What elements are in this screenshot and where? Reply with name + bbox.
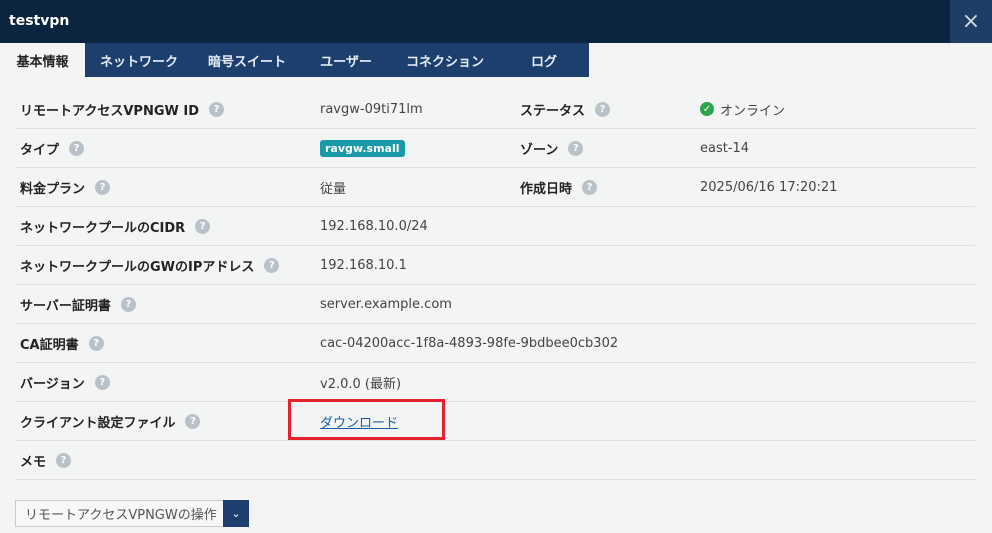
close-button[interactable]: × [950, 0, 992, 43]
table-row: ネットワークプールのCIDR ? 192.168.10.0/24 [15, 207, 975, 246]
type-value: ravgw.small [320, 129, 405, 167]
property-label: メモ ? [20, 441, 72, 479]
chevron-down-icon[interactable]: ⌄ [223, 500, 249, 527]
help-icon[interactable]: ? [582, 179, 598, 195]
label-text: リモートアクセスVPNGW ID [20, 103, 199, 119]
window-title: testvpn [9, 13, 70, 29]
help-icon[interactable]: ? [264, 257, 280, 273]
table-row: メモ ? [15, 441, 975, 480]
property-label: リモートアクセスVPNGW ID ? [20, 90, 224, 128]
help-icon[interactable]: ? [56, 452, 72, 468]
tab-logs[interactable]: ログ [499, 43, 589, 77]
label-text: ネットワークプールのGWのIPアドレス [20, 259, 255, 275]
vpngw-id-value: ravgw-09ti71lm [320, 101, 423, 117]
property-label: CA証明書 ? [20, 324, 104, 362]
label-text: 作成日時 [520, 181, 573, 197]
table-row: CA証明書 ? cac-04200acc-1f8a-4893-98fe-9bdb… [15, 324, 975, 363]
property-label: バージョン ? [20, 363, 110, 401]
help-icon[interactable]: ? [185, 413, 201, 429]
version-value: v2.0.0 (最新) [320, 376, 402, 392]
property-label: 料金プラン ? [20, 168, 111, 206]
property-label: クライアント設定ファイル ? [20, 402, 201, 440]
label-text: タイプ [20, 142, 60, 158]
type-badge: ravgw.small [320, 139, 405, 157]
tab-connections[interactable]: コネクション [391, 43, 499, 77]
label-text: クライアント設定ファイル [20, 415, 176, 431]
help-icon[interactable]: ? [595, 101, 611, 117]
network-pool-cidr-value: 192.168.10.0/24 [320, 218, 428, 234]
operations-label[interactable]: リモートアクセスVPNGWの操作 [15, 500, 223, 527]
table-row: リモートアクセスVPNGW ID ? ravgw-09ti71lm ステータス … [15, 90, 975, 129]
help-icon[interactable]: ? [208, 101, 224, 117]
label-text: ステータス [520, 103, 586, 119]
label-text: メモ [20, 454, 47, 470]
help-icon[interactable]: ? [94, 374, 110, 390]
tab-network[interactable]: ネットワーク [85, 43, 193, 77]
check-circle-icon: ✓ [700, 102, 714, 116]
property-label: サーバー証明書 ? [20, 285, 136, 323]
close-icon: × [961, 9, 981, 34]
tab-cipher-suite[interactable]: 暗号スイート [193, 43, 301, 77]
pricing-plan-value: 従量 [320, 181, 347, 197]
table-row: タイプ ? ravgw.small ゾーン ? east-14 [15, 129, 975, 168]
help-icon[interactable]: ? [88, 335, 104, 351]
help-icon[interactable]: ? [69, 140, 85, 156]
status-value: ✓ オンライン [700, 90, 785, 128]
tab-basic-info[interactable]: 基本情報 [0, 43, 85, 77]
property-label: ネットワークプールのCIDR ? [20, 207, 211, 245]
table-row: ネットワークプールのGWのIPアドレス ? 192.168.10.1 [15, 246, 975, 285]
zone-value: east-14 [700, 140, 750, 156]
table-row: バージョン ? v2.0.0 (最新) [15, 363, 975, 402]
label-text: サーバー証明書 [20, 298, 111, 314]
network-pool-gw-ip-value: 192.168.10.1 [320, 257, 407, 273]
operations-dropdown[interactable]: リモートアクセスVPNGWの操作 ⌄ [15, 500, 249, 527]
table-row: サーバー証明書 ? server.example.com [15, 285, 975, 324]
created-at-value: 2025/06/16 17:20:21 [700, 179, 838, 195]
property-label: タイプ ? [20, 129, 85, 167]
table-row: クライアント設定ファイル ? ダウンロード [15, 402, 975, 441]
label-text: ゾーン [520, 142, 559, 158]
server-certificate-value: server.example.com [320, 296, 452, 312]
tab-users[interactable]: ユーザー [301, 43, 391, 77]
property-label: 作成日時 ? [520, 168, 598, 206]
property-label: ステータス ? [520, 90, 611, 128]
label-text: バージョン [20, 376, 85, 392]
property-label: ゾーン ? [520, 129, 584, 167]
help-icon[interactable]: ? [120, 296, 136, 312]
highlight-box [288, 399, 445, 440]
help-icon[interactable]: ? [95, 179, 111, 195]
help-icon[interactable]: ? [568, 140, 584, 156]
label-text: CA証明書 [20, 337, 79, 353]
tab-strip: 基本情報 ネットワーク 暗号スイート ユーザー コネクション ログ [0, 43, 589, 77]
tab-bar: 基本情報 ネットワーク 暗号スイート ユーザー コネクション ログ [0, 43, 992, 77]
ca-certificate-value: cac-04200acc-1f8a-4893-98fe-9bdbee0cb302 [320, 335, 619, 351]
help-icon[interactable]: ? [195, 218, 211, 234]
status-text: オンライン [720, 103, 786, 119]
label-text: ネットワークプールのCIDR [20, 220, 186, 236]
property-label: ネットワークプールのGWのIPアドレス ? [20, 246, 280, 284]
label-text: 料金プラン [20, 181, 86, 197]
table-row: 料金プラン ? 従量 作成日時 ? 2025/06/16 17:20:21 [15, 168, 975, 207]
title-bar: testvpn × [0, 0, 992, 43]
